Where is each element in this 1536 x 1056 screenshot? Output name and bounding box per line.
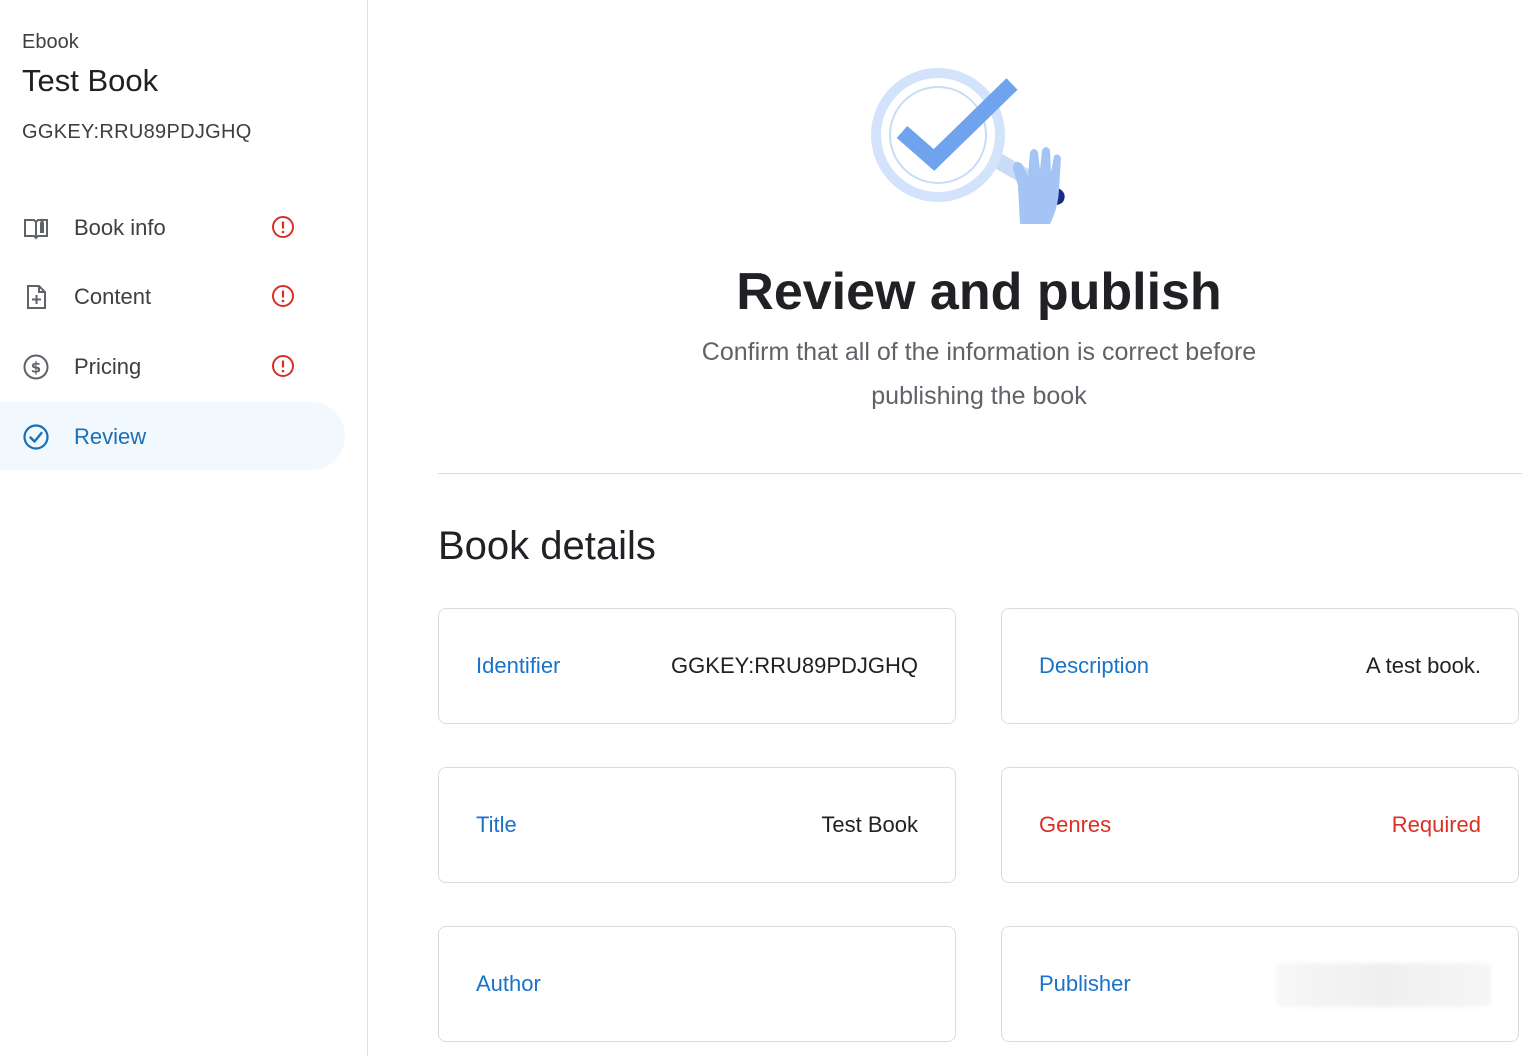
magnifier-check-icon (871, 68, 1065, 224)
book-open-icon (24, 218, 48, 240)
file-add-icon (27, 285, 46, 309)
section-title: Book details (438, 524, 656, 568)
sidebar: Ebook Test Book GGKEY:RRU89PDJGHQ Book i… (0, 0, 368, 1056)
sidebar-item-book-info[interactable]: Book info (0, 193, 345, 261)
error-alert-icon (272, 216, 294, 238)
detail-card-description[interactable]: Description A test book. (1001, 608, 1519, 724)
card-label: Identifier (476, 653, 561, 678)
detail-card-publisher[interactable]: Publisher (1001, 926, 1519, 1042)
sidebar-item-review[interactable]: Review (0, 402, 345, 470)
page-title: Review and publish (736, 263, 1222, 321)
detail-card-genres[interactable]: Genres Required (1001, 767, 1519, 883)
error-alert-icon (272, 285, 294, 307)
sidebar-item-label: Content (74, 284, 152, 309)
sidebar-item-label: Review (74, 424, 147, 449)
main-content: Review and publish Confirm that all of t… (368, 0, 1536, 1056)
card-label: Publisher (1039, 971, 1131, 996)
sidebar-item-label: Book info (74, 215, 166, 240)
card-label: Description (1039, 653, 1150, 678)
card-label: Author (476, 971, 541, 996)
divider (438, 473, 1522, 474)
detail-card-author[interactable]: Author (438, 926, 956, 1042)
page-subtitle: Confirm that all of the information is c… (701, 338, 1257, 410)
card-value: A test book. (1366, 653, 1481, 678)
error-alert-icon (272, 355, 294, 377)
svg-text:$: $ (31, 359, 41, 377)
book-type: Ebook (22, 31, 79, 53)
detail-card-title[interactable]: Title Test Book (438, 767, 956, 883)
dollar-circle-icon: $ (23, 354, 49, 380)
required-status: Required (1391, 812, 1481, 837)
check-circle-icon (23, 424, 49, 450)
book-title: Test Book (22, 63, 159, 98)
sidebar-item-content[interactable]: Content (0, 262, 345, 330)
sidebar-item-pricing[interactable]: $ Pricing (0, 332, 345, 400)
card-value: Test Book (821, 812, 918, 837)
card-label: Title (476, 812, 517, 837)
book-id: GGKEY:RRU89PDJGHQ (22, 121, 252, 143)
detail-card-identifier[interactable]: Identifier GGKEY:RRU89PDJGHQ (438, 608, 956, 724)
card-value: GGKEY:RRU89PDJGHQ (671, 653, 918, 678)
card-label: Genres (1039, 812, 1112, 837)
redacted-value (1277, 963, 1491, 1007)
sidebar-item-label: Pricing (74, 354, 142, 379)
